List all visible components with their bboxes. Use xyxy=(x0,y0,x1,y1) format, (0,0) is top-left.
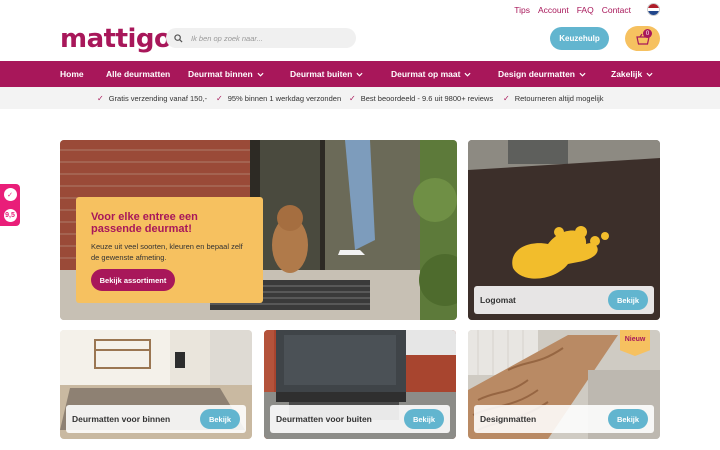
usp-item: ✓ Best beoordeeld - 9.6 uit 9800+ reviews xyxy=(349,87,493,109)
usp-bar: ✓ Gratis verzending vanaf 150,- ✓ 95% binn… xyxy=(0,87,720,109)
cart-count-badge: 0 xyxy=(643,29,652,38)
hero-content-box: Voor elke entree een passende deurmat! K… xyxy=(76,197,263,303)
card-deurmatten-binnen[interactable]: Deurmatten voor binnen Bekijk xyxy=(60,330,252,439)
hero-banner: Voor elke entree een passende deurmat! K… xyxy=(60,140,457,320)
chevron-down-icon xyxy=(257,72,264,77)
check-icon: ✓ xyxy=(349,93,356,103)
search-input[interactable] xyxy=(191,33,351,43)
cart-button[interactable]: 0 xyxy=(625,26,660,51)
main-nav: Home Alle deurmatten Deurmat binnen Deur… xyxy=(0,61,720,87)
nav-label: Alle deurmatten xyxy=(106,69,171,79)
check-circle-icon: ✓ xyxy=(3,188,17,201)
nav-item-alle-deurmatten[interactable]: Alle deurmatten xyxy=(106,61,170,87)
review-score: 9,5 xyxy=(3,209,17,222)
top-link-tips[interactable]: Tips xyxy=(514,5,530,15)
card-deurmatten-buiten[interactable]: Deurmatten voor buiten Bekijk xyxy=(264,330,456,439)
chevron-down-icon xyxy=(356,72,363,77)
usp-item: ✓ Gratis verzending vanaf 150,- xyxy=(97,87,207,109)
nav-label: Zakelijk xyxy=(611,69,643,79)
card-label: Deurmatten voor buiten Bekijk xyxy=(270,405,450,433)
usp-item: ✓ Retourneren altijd mogelijk xyxy=(503,87,604,109)
chevron-down-icon xyxy=(464,72,471,77)
usp-text: Retourneren altijd mogelijk xyxy=(514,93,604,103)
bekijk-button[interactable]: Bekijk xyxy=(608,409,648,429)
check-icon: ✓ xyxy=(503,93,510,103)
nav-item-deurmat-binnen[interactable]: Deurmat binnen xyxy=(188,61,264,87)
check-icon: ✓ xyxy=(97,93,104,103)
nav-item-deurmat-op-maat[interactable]: Deurmat op maat xyxy=(391,61,471,87)
nav-item-deurmat-buiten[interactable]: Deurmat buiten xyxy=(290,61,363,87)
card-label: Designmatten Bekijk xyxy=(474,405,654,433)
nav-item-zakelijk[interactable]: Zakelijk xyxy=(611,61,653,87)
card-title: Logomat xyxy=(480,295,516,305)
card-title: Deurmatten voor buiten xyxy=(276,414,372,424)
card-label: Deurmatten voor binnen Bekijk xyxy=(66,405,246,433)
language-flag-icon[interactable] xyxy=(647,3,660,16)
usp-text: Gratis verzending vanaf 150,- xyxy=(108,93,208,103)
bekijk-button[interactable]: Bekijk xyxy=(200,409,240,429)
bekijk-assortiment-button[interactable]: Bekijk assortiment xyxy=(91,269,175,291)
card-logomat[interactable]: Logomat Bekijk xyxy=(468,140,660,320)
card-label: Logomat Bekijk xyxy=(474,286,654,314)
hero-title: Voor elke entree een passende deurmat! xyxy=(91,211,198,235)
bekijk-button[interactable]: Bekijk xyxy=(404,409,444,429)
top-links: Tips Account FAQ Contact xyxy=(514,5,631,15)
search-bar[interactable] xyxy=(166,28,356,48)
top-link-contact[interactable]: Contact xyxy=(602,5,631,15)
usp-text: 95% binnen 1 werkdag verzonden xyxy=(227,93,342,103)
usp-item: ✓ 95% binnen 1 werkdag verzonden xyxy=(216,87,341,109)
top-link-account[interactable]: Account xyxy=(538,5,569,15)
nav-label: Deurmat op maat xyxy=(391,69,461,79)
usp-text: Best beoordeeld - 9.6 uit 9800+ reviews xyxy=(360,93,494,103)
hero-text: Keuze uit veel soorten, kleuren en bepaa… xyxy=(91,242,243,262)
card-title: Deurmatten voor binnen xyxy=(72,414,171,424)
nav-label: Design deurmatten xyxy=(498,69,575,79)
logo[interactable]: mattigo xyxy=(60,24,172,54)
nav-label: Deurmat binnen xyxy=(188,69,253,79)
nav-label: Home xyxy=(60,69,84,79)
top-link-faq[interactable]: FAQ xyxy=(577,5,594,15)
chevron-down-icon xyxy=(579,72,586,77)
search-icon xyxy=(174,33,183,43)
check-icon: ✓ xyxy=(216,93,223,103)
card-designmatten[interactable]: Nieuw Designmatten Bekijk xyxy=(468,330,660,439)
nav-label: Deurmat buiten xyxy=(290,69,353,79)
review-badge[interactable]: ✓ 9,5 xyxy=(0,184,20,226)
nav-item-design-deurmatten[interactable]: Design deurmatten xyxy=(498,61,586,87)
nav-item-home[interactable]: Home xyxy=(60,61,84,87)
card-title: Designmatten xyxy=(480,414,537,424)
chevron-down-icon xyxy=(646,72,653,77)
keuzehulp-button[interactable]: Keuzehulp xyxy=(550,27,609,50)
top-bar: Tips Account FAQ Contact xyxy=(0,0,720,20)
bekijk-button[interactable]: Bekijk xyxy=(608,290,648,310)
